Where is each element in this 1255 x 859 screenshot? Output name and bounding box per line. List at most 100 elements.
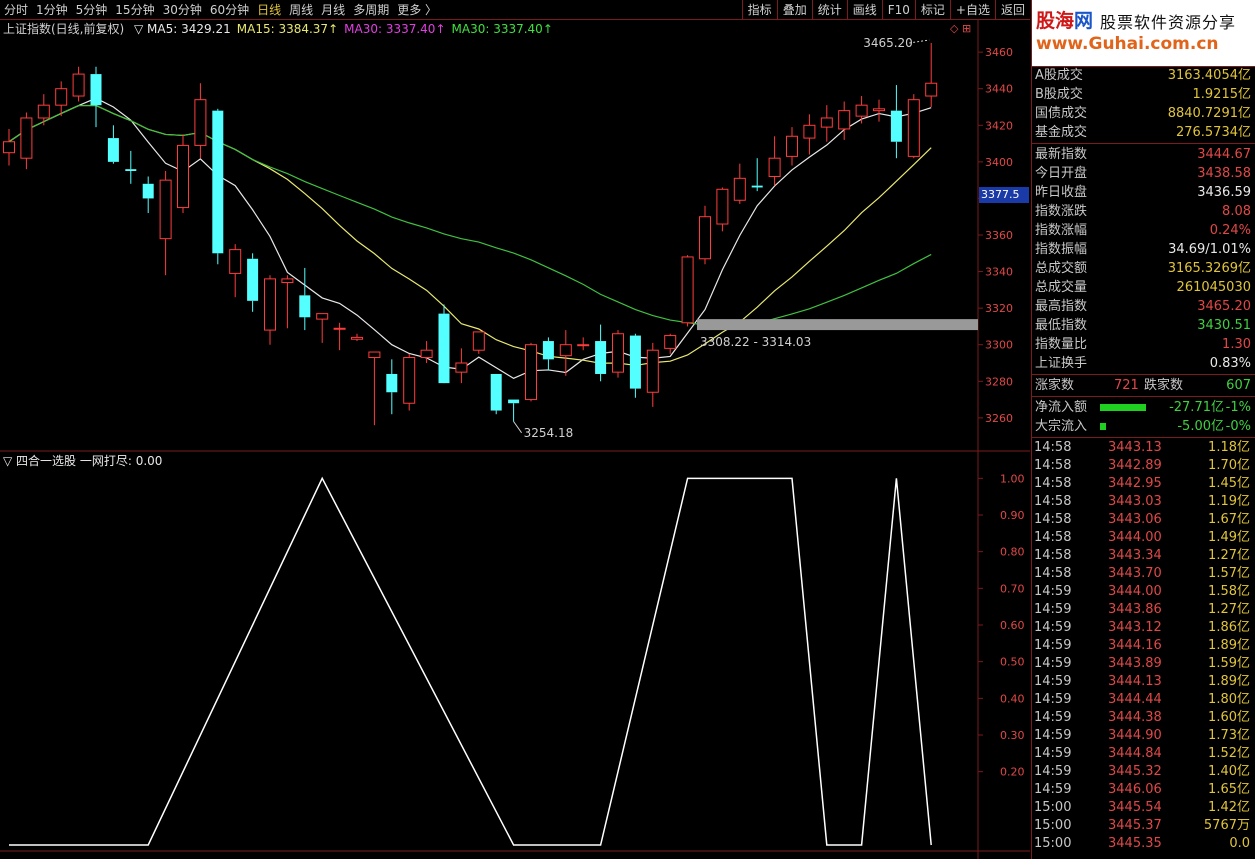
candle[interactable] [855, 96, 868, 124]
candle[interactable] [90, 66, 102, 128]
tick-price: 3444.84 [1108, 746, 1162, 761]
candle[interactable] [438, 304, 450, 384]
candle[interactable] [525, 342, 537, 402]
indicator-y-tick: 0.40 [1000, 692, 1025, 705]
indicator-title[interactable]: ▽ 四合一选股 一网打尽: 0.00 [3, 452, 162, 469]
candle[interactable] [472, 331, 485, 354]
tick-time: 14:59 [1034, 710, 1072, 725]
tick-volume: 1.42亿 [1208, 800, 1250, 815]
up-count: 721 [1114, 378, 1139, 393]
candle[interactable] [629, 333, 641, 398]
candle[interactable] [577, 337, 590, 351]
candle[interactable] [229, 244, 242, 298]
indicator-y-tick: 1.00 [1000, 472, 1025, 485]
candle[interactable] [368, 351, 381, 426]
trade-tick-row: 14:59 3443.86 1.27亿 [1032, 601, 1254, 619]
stat-label: 指数涨跌 [1035, 204, 1088, 219]
candle[interactable] [768, 136, 781, 186]
candle[interactable] [212, 108, 224, 265]
candle[interactable] [612, 330, 624, 378]
candle[interactable] [194, 83, 207, 159]
chart-corner-icons[interactable]: ◇ ⊞ [950, 22, 971, 35]
diamond-icon[interactable]: ◇ [950, 22, 958, 35]
y-tick-label: 3280 [985, 375, 1013, 388]
trade-tick-row: 14:59 3444.44 1.80亿 [1032, 691, 1254, 709]
tick-volume: 1.49亿 [1208, 530, 1250, 545]
candle[interactable] [786, 127, 798, 166]
price-range-band [697, 319, 978, 331]
tick-price: 3443.12 [1108, 620, 1162, 635]
candle[interactable] [159, 171, 172, 276]
candle[interactable] [351, 333, 363, 342]
candle[interactable] [890, 85, 902, 159]
stat-value: 8840.7291亿 [1167, 106, 1251, 121]
candle[interactable] [142, 176, 154, 214]
tick-volume: 0.0 [1229, 836, 1250, 851]
y-tick-label: 3440 [985, 83, 1013, 96]
candle[interactable] [542, 337, 554, 371]
candle[interactable] [699, 205, 711, 265]
candle[interactable] [820, 105, 833, 142]
candle[interactable] [316, 313, 329, 343]
indicator-y-tick: 0.80 [1000, 546, 1025, 559]
candle[interactable] [925, 43, 938, 107]
trade-tick-row: 14:59 3444.84 1.52亿 [1032, 745, 1254, 763]
candle[interactable] [177, 134, 189, 214]
tick-time: 14:59 [1034, 674, 1072, 689]
candle[interactable] [247, 253, 259, 312]
tick-volume: 1.27亿 [1208, 602, 1250, 617]
quote-panel: 股海网 股票软件资源分享 www.Guhai.com.cn A股成交 3163.4… [1031, 0, 1255, 859]
candle[interactable] [107, 125, 119, 164]
candle[interactable] [281, 275, 294, 329]
tick-time: 14:58 [1034, 512, 1072, 527]
stat-label: 最低指数 [1035, 318, 1088, 333]
tick-volume: 5767万 [1203, 818, 1250, 833]
candle[interactable] [37, 94, 50, 126]
candle[interactable] [55, 81, 68, 117]
stat-value: 34.69/1.01% [1168, 242, 1251, 257]
candle[interactable] [873, 99, 885, 122]
y-tick-label: 3260 [985, 412, 1013, 425]
candle[interactable] [490, 373, 502, 415]
candle[interactable] [455, 348, 468, 384]
tick-volume: 1.59亿 [1208, 656, 1250, 671]
stat-row: 总成交量 261045030 [1032, 278, 1254, 297]
candlestick-chart[interactable]: 3460344034203400338033603340332033003280… [0, 0, 1031, 859]
candle[interactable] [716, 187, 729, 232]
candle[interactable] [595, 324, 607, 382]
candle[interactable] [907, 94, 920, 159]
candle[interactable] [125, 150, 137, 184]
tick-time: 14:59 [1034, 782, 1072, 797]
trade-tick-row: 14:58 3443.03 1.19亿 [1032, 493, 1254, 511]
candle[interactable] [838, 101, 851, 140]
stat-label: 指数量比 [1035, 337, 1088, 352]
tick-time: 14:58 [1034, 530, 1072, 545]
candle[interactable] [733, 163, 746, 204]
candle[interactable] [803, 114, 816, 155]
candle[interactable] [508, 399, 520, 422]
candle[interactable] [264, 275, 276, 345]
logo-url: www.Guhai.com.cn [1036, 34, 1219, 54]
candle[interactable] [72, 66, 85, 102]
stat-label: 指数涨幅 [1035, 223, 1088, 238]
candle[interactable] [403, 353, 416, 411]
candle[interactable] [751, 158, 763, 192]
grid-icon[interactable]: ⊞ [962, 22, 971, 35]
candle[interactable] [3, 128, 15, 166]
candle[interactable] [20, 112, 33, 170]
stat-row: A股成交 3163.4054亿 [1032, 66, 1254, 85]
tick-time: 15:00 [1034, 800, 1072, 815]
candle[interactable] [681, 255, 694, 327]
indicator-y-tick: 0.20 [1000, 766, 1025, 779]
candle[interactable] [646, 342, 659, 407]
candle[interactable] [333, 322, 346, 351]
y-tick-label: 3420 [985, 119, 1013, 132]
stat-row: 国债成交 8840.7291亿 [1032, 104, 1254, 123]
tick-price: 3444.13 [1108, 674, 1162, 689]
candle[interactable] [386, 359, 398, 415]
watermark-logo: 股海网 股票软件资源分享 www.Guhai.com.cn [1032, 0, 1255, 66]
tick-volume: 1.45亿 [1208, 476, 1250, 491]
trade-tick-row: 14:59 3445.32 1.40亿 [1032, 763, 1254, 781]
candle[interactable] [299, 267, 311, 331]
tick-volume: 1.57亿 [1208, 566, 1250, 581]
